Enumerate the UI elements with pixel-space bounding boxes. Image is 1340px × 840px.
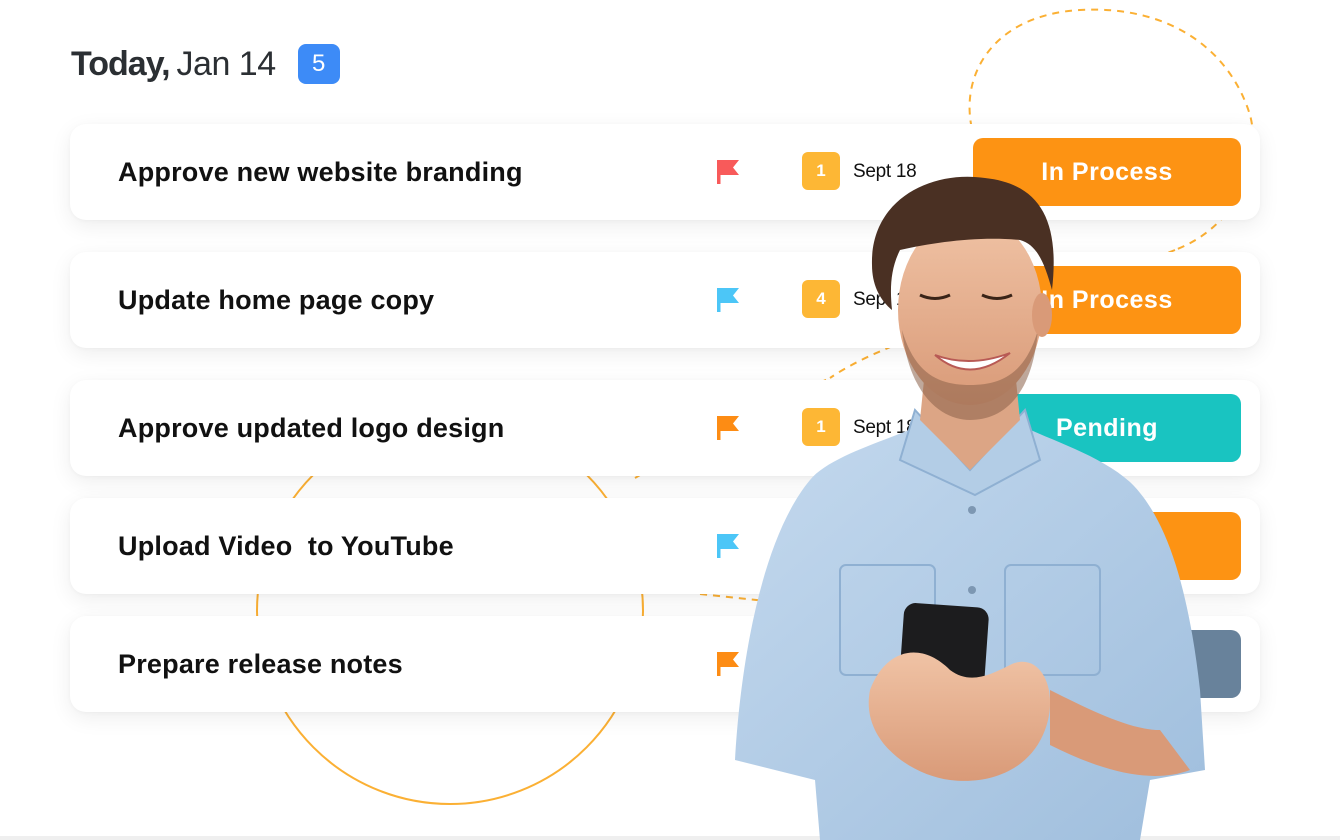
shirt-button xyxy=(968,586,976,594)
ear xyxy=(1032,293,1052,337)
task-title: Prepare release notes xyxy=(118,648,403,679)
page-header: Today, Jan 14 5 xyxy=(71,44,340,84)
shirt-button xyxy=(968,506,976,514)
task-title: Upload Video to YouTube xyxy=(118,530,454,561)
person-illustration xyxy=(735,176,1205,840)
date-label: Jan 14 xyxy=(176,44,277,83)
today-label: Today, xyxy=(71,44,171,83)
task-title: Approve new website branding xyxy=(118,156,523,187)
task-count-badge: 5 xyxy=(297,44,340,84)
task-title: Approve updated logo design xyxy=(118,412,505,443)
task-title: Update home page copy xyxy=(118,284,435,315)
